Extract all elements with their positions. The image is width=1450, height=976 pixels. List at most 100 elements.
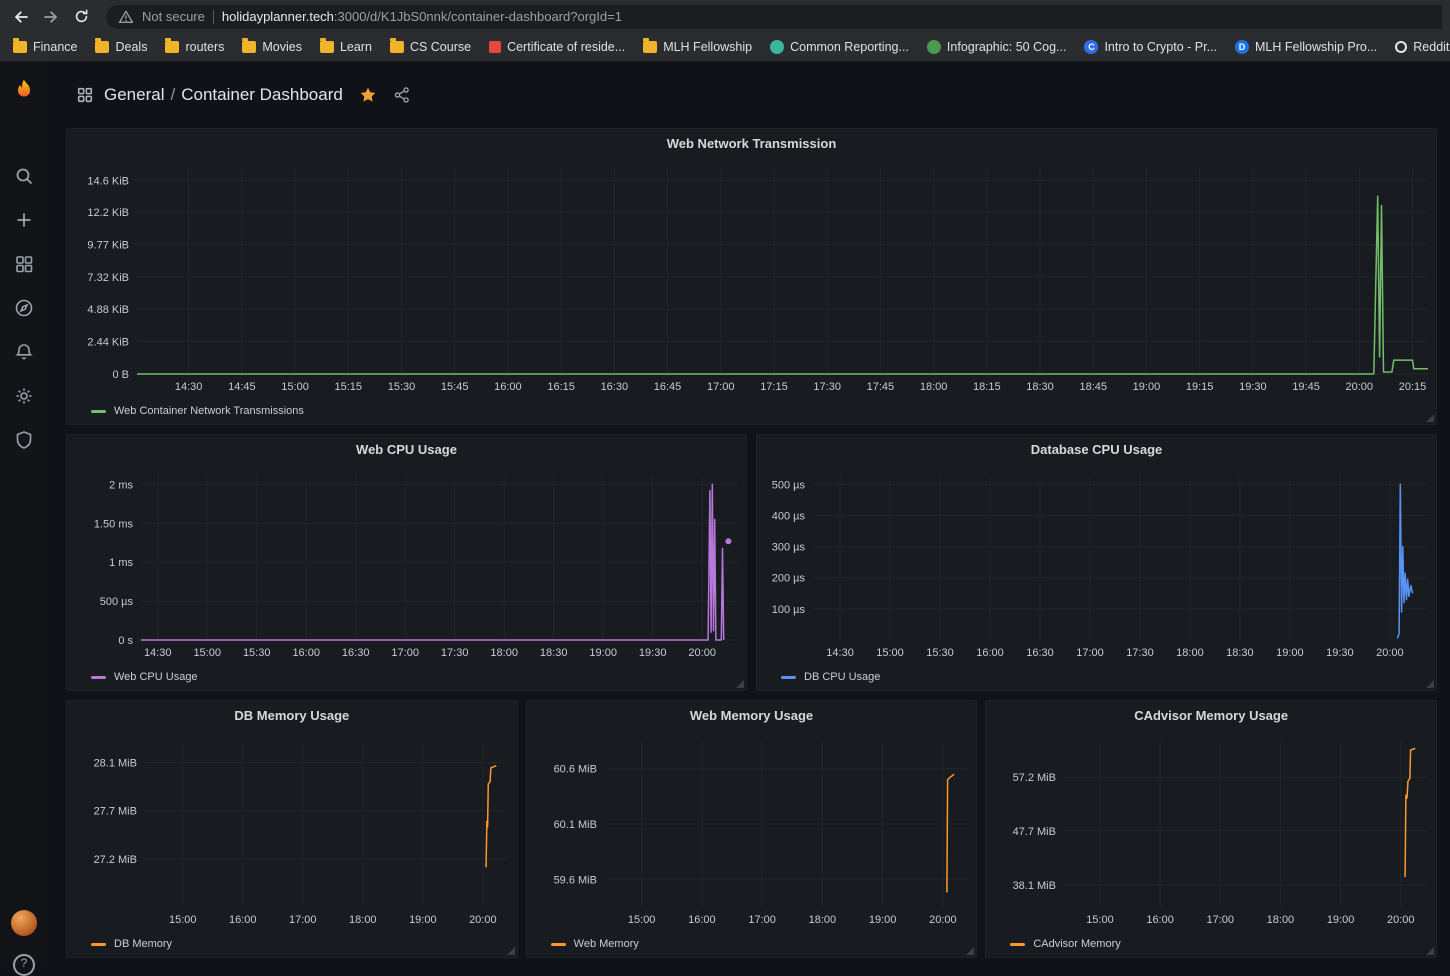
bookmark-item[interactable]: Certificate of reside... <box>480 33 634 61</box>
search-icon[interactable] <box>0 154 48 198</box>
panel-resize-handle[interactable] <box>1426 414 1434 422</box>
svg-text:17:00: 17:00 <box>289 914 317 926</box>
panel-title[interactable]: Web Network Transmission <box>67 129 1436 159</box>
panel-title[interactable]: DB Memory Usage <box>67 701 517 731</box>
svg-text:15:15: 15:15 <box>335 381 363 393</box>
chart-canvas[interactable]: 14:30 14:45 15:00 15:15 15:30 15:45 16:00 16:15… <box>67 159 1436 398</box>
svg-text:17:00: 17:00 <box>1207 914 1235 926</box>
bookmark-item[interactable]: routers <box>156 33 233 61</box>
bookmark-item[interactable]: MLH Fellowship <box>634 33 761 61</box>
browser-toolbar: Not secure holidayplanner.tech:3000/d/K1… <box>0 0 1450 33</box>
reload-icon[interactable] <box>68 4 94 30</box>
svg-text:500 µs: 500 µs <box>772 479 806 491</box>
svg-text:0 s: 0 s <box>118 635 133 647</box>
help-icon[interactable]: ? <box>13 954 35 976</box>
svg-text:16:00: 16:00 <box>229 914 257 926</box>
panel-title[interactable]: Web CPU Usage <box>67 435 746 465</box>
svg-text:18:00: 18:00 <box>920 381 948 393</box>
svg-text:12.2 KiB: 12.2 KiB <box>87 207 129 219</box>
svg-text:19:00: 19:00 <box>409 914 437 926</box>
legend-label[interactable]: Web Container Network Transmissions <box>114 405 304 417</box>
svg-text:7.32 KiB: 7.32 KiB <box>87 272 129 284</box>
address-bar[interactable]: Not secure holidayplanner.tech:3000/d/K1… <box>106 4 1442 29</box>
panel-web-network-transmission: Web Network Transmission 14:30 14:45 15:00… <box>66 128 1437 425</box>
svg-text:16:15: 16:15 <box>547 381 575 393</box>
svg-text:20:00: 20:00 <box>1346 381 1374 393</box>
legend-color-swatch <box>91 942 106 946</box>
back-icon[interactable] <box>8 4 34 30</box>
panel-resize-handle[interactable] <box>966 947 975 955</box>
bookmark-label: Infographic: 50 Cog... <box>946 40 1067 54</box>
grafana-sidebar: ? <box>0 62 48 976</box>
svg-text:16:30: 16:30 <box>1026 647 1054 659</box>
bookmark-item[interactable]: Finance <box>4 33 86 61</box>
legend-color-swatch <box>1010 942 1026 946</box>
folder-icon <box>643 38 658 53</box>
svg-text:18:30: 18:30 <box>1026 381 1054 393</box>
bookmark-item[interactable]: Deals <box>86 33 156 61</box>
legend-color-swatch <box>550 942 566 946</box>
svg-text:27.2 MiB: 27.2 MiB <box>94 854 137 866</box>
panel-database-cpu-usage: Database CPU Usage 14:30 15:00 15:30 16:00 1… <box>756 434 1437 691</box>
bookmark-item[interactable]: Infographic: 50 Cog... <box>918 33 1076 61</box>
legend-label[interactable]: CAdvisor Memory <box>1033 938 1120 950</box>
svg-text:4.88 KiB: 4.88 KiB <box>87 304 129 316</box>
chart-canvas[interactable]: 15:00 16:00 17:00 18:00 19:00 20:00 38.1 MiB 47… <box>986 731 1436 931</box>
panel-title[interactable]: Web Memory Usage <box>527 701 977 731</box>
dashboards-icon[interactable] <box>0 242 48 286</box>
bookmarks-bar: Finance Deals routers Movies Learn CS Course C… <box>0 33 1450 62</box>
create-icon[interactable] <box>0 198 48 242</box>
folder-icon <box>319 38 334 53</box>
apps-grid-icon[interactable] <box>76 86 94 104</box>
bookmark-item[interactable]: Learn <box>311 33 381 61</box>
breadcrumb-title[interactable]: Container Dashboard <box>181 85 343 104</box>
svg-text:18:00: 18:00 <box>1176 647 1204 659</box>
panel-resize-handle[interactable] <box>736 680 744 688</box>
address-divider <box>212 9 214 24</box>
grafana-logo-icon[interactable] <box>0 76 48 106</box>
warning-icon <box>118 10 134 23</box>
svg-text:300 µs: 300 µs <box>772 542 806 554</box>
user-avatar[interactable] <box>11 910 37 936</box>
chart-canvas[interactable]: 14:30 15:00 15:30 16:00 16:30 17:00 17:30 18:00… <box>757 465 1436 664</box>
panel-resize-handle[interactable] <box>506 947 515 955</box>
alerting-icon[interactable] <box>0 330 48 374</box>
chart-canvas[interactable]: 15:00 16:00 17:00 18:00 19:00 20:00 27.2 MiB 27… <box>67 731 517 931</box>
svg-text:15:00: 15:00 <box>281 381 309 393</box>
svg-text:0 B: 0 B <box>112 369 129 381</box>
svg-text:16:30: 16:30 <box>342 647 370 659</box>
svg-text:19:30: 19:30 <box>639 647 667 659</box>
svg-text:57.2 MiB: 57.2 MiB <box>1013 772 1056 784</box>
panel-resize-handle[interactable] <box>1425 947 1434 955</box>
folder-icon <box>95 38 110 53</box>
panel-resize-handle[interactable] <box>1426 680 1434 688</box>
favorite-star-icon[interactable] <box>359 86 377 104</box>
bookmark-label: routers <box>185 40 225 54</box>
svg-text:20:15: 20:15 <box>1399 381 1427 393</box>
bookmark-item[interactable]: Movies <box>233 33 311 61</box>
panel-title[interactable]: Database CPU Usage <box>757 435 1436 465</box>
chart-canvas[interactable]: 15:00 16:00 17:00 18:00 19:00 20:00 59.6 MiB 60… <box>527 731 977 931</box>
configuration-icon[interactable] <box>0 374 48 418</box>
panel-title[interactable]: CAdvisor Memory Usage <box>986 701 1436 731</box>
bookmark-item[interactable]: Reddit Interv... <box>1386 33 1450 61</box>
breadcrumb-section[interactable]: General <box>104 85 164 104</box>
bookmark-item[interactable]: Common Reporting... <box>761 33 918 61</box>
bookmark-item[interactable]: C Intro to Crypto - Pr... <box>1075 33 1226 61</box>
chart-canvas[interactable]: 14:30 15:00 15:30 16:00 16:30 17:00 17:30 18:00… <box>67 465 746 664</box>
bookmark-label: Finance <box>33 40 78 54</box>
forward-icon[interactable] <box>38 4 64 30</box>
server-admin-shield-icon[interactable] <box>0 418 48 462</box>
explore-icon[interactable] <box>0 286 48 330</box>
svg-text:200 µs: 200 µs <box>772 573 806 585</box>
bookmark-item[interactable]: CS Course <box>381 33 480 61</box>
breadcrumb[interactable]: General / Container Dashboard <box>104 85 343 105</box>
legend-label[interactable]: DB CPU Usage <box>804 671 880 683</box>
legend-label[interactable]: DB Memory <box>114 938 172 950</box>
legend-label[interactable]: Web Memory <box>574 938 639 950</box>
folder-icon <box>13 38 27 53</box>
bookmark-item[interactable]: D MLH Fellowship Pro... <box>1226 33 1386 61</box>
svg-text:15:30: 15:30 <box>243 647 271 659</box>
legend-label[interactable]: Web CPU Usage <box>114 671 198 683</box>
share-icon[interactable] <box>393 86 411 104</box>
